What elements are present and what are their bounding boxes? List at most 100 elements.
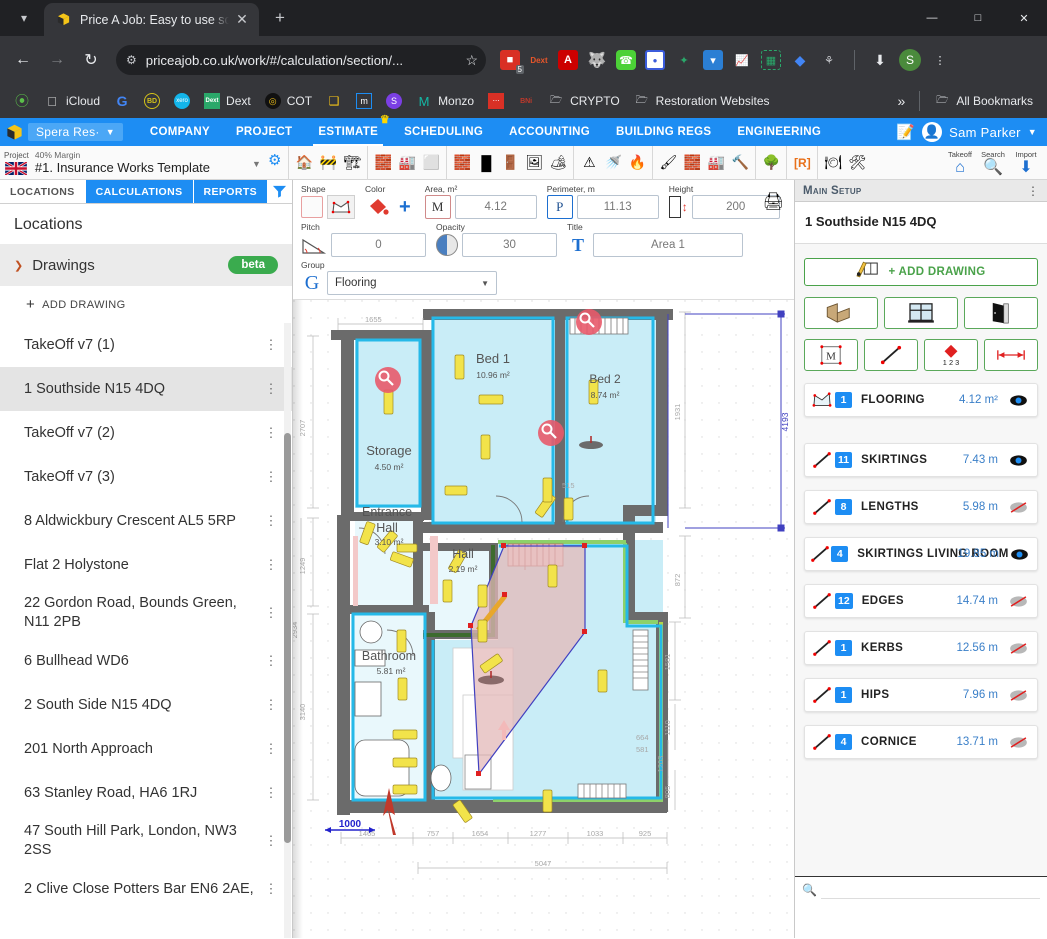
site-settings-icon[interactable]: ⚙ bbox=[126, 53, 137, 67]
layer-row[interactable]: 8 LENGTHS 5.98 m bbox=[804, 490, 1038, 524]
visibility-off-eye-icon[interactable] bbox=[1005, 689, 1031, 702]
bookmark-item[interactable]: S bbox=[380, 89, 408, 113]
bookmark-item[interactable]: xero bbox=[168, 89, 196, 113]
tab-calculations[interactable]: CALCULATIONS bbox=[84, 180, 193, 203]
floorplan-svg[interactable]: 1655 2707 1249 2934 3140 1931 872 1581 1… bbox=[293, 300, 794, 938]
area-input[interactable]: 4.12 bbox=[454, 195, 537, 219]
address-bar[interactable]: ⚙ priceajob.co.uk/work/#/calculation/sec… bbox=[116, 45, 486, 75]
reload-icon[interactable]: ↻ bbox=[76, 45, 106, 75]
nav-engineering[interactable]: ENGINEERING bbox=[724, 118, 834, 146]
list-item[interactable]: 2 Clive Close Potters Bar EN6 2AE, ⋮ bbox=[0, 867, 292, 911]
rectangle-shape-icon[interactable] bbox=[301, 196, 323, 218]
polygon-shape-icon[interactable] bbox=[327, 195, 355, 219]
perimeter-input[interactable]: 11.13 bbox=[576, 195, 659, 219]
list-item[interactable]: 2 South Side N15 4DQ ⋮ bbox=[0, 683, 292, 727]
opacity-icon[interactable] bbox=[436, 234, 458, 256]
dext-extension-icon[interactable]: Dext bbox=[529, 50, 549, 70]
visibility-off-eye-icon[interactable] bbox=[1005, 736, 1031, 749]
list-item[interactable]: TakeOff v7 (3) ⋮ bbox=[0, 455, 292, 499]
qr-scanner-icon[interactable]: ▦ bbox=[761, 50, 781, 70]
all-bookmarks-button[interactable]: 🗁 All Bookmarks bbox=[928, 89, 1039, 113]
list-item[interactable]: 1 Southside N15 4DQ ⋮ bbox=[0, 367, 292, 411]
layer-search-bar[interactable]: 🔍 bbox=[795, 876, 1047, 902]
line-measure-button[interactable] bbox=[864, 339, 918, 371]
user-avatar-icon[interactable]: 👤 bbox=[922, 122, 943, 142]
kebab-menu-icon[interactable]: ⋮ bbox=[264, 470, 278, 483]
takeoff-button[interactable]: Takeoff ⌂ bbox=[945, 150, 975, 176]
close-window-button[interactable]: ✕ bbox=[1001, 0, 1047, 36]
notepad-icon[interactable]: 📝 bbox=[896, 123, 915, 141]
pitch-input[interactable]: 0 bbox=[331, 233, 426, 257]
dimension-measure-button[interactable] bbox=[984, 339, 1038, 371]
close-tab-icon[interactable]: ✕ bbox=[233, 11, 251, 28]
loom-icon[interactable]: ● bbox=[645, 50, 665, 70]
electrical-icon[interactable]: ⚠ bbox=[578, 152, 600, 174]
frame-icon[interactable]: 🖼 bbox=[523, 152, 545, 174]
bookmark-item[interactable]: G bbox=[108, 89, 136, 113]
analytics-icon[interactable]: 📈 bbox=[732, 50, 752, 70]
kebab-menu-icon[interactable]: ⋮ bbox=[264, 882, 278, 895]
nav-company[interactable]: COMPANY bbox=[137, 118, 223, 146]
kebab-menu-icon[interactable]: ⋮ bbox=[264, 514, 278, 527]
layer-row[interactable]: 11 SKIRTINGS 7.43 m bbox=[804, 443, 1038, 477]
column-icon[interactable]: 🏭 bbox=[396, 152, 418, 174]
firefox-icon[interactable]: 🐺 bbox=[587, 50, 607, 70]
bookmark-item[interactable]:  iCloud bbox=[38, 89, 106, 113]
kebab-menu-icon[interactable]: ⋮ bbox=[264, 558, 278, 571]
floorplan-canvas[interactable]: 1655 2707 1249 2934 3140 1931 872 1581 1… bbox=[293, 300, 794, 938]
fill-color-icon[interactable] bbox=[365, 195, 391, 219]
brickwork-icon[interactable]: 🧱 bbox=[451, 152, 473, 174]
profile-avatar[interactable]: S bbox=[899, 49, 921, 71]
door-tool-button[interactable] bbox=[964, 297, 1038, 329]
bricks-icon[interactable]: 🧱 bbox=[372, 152, 394, 174]
plumbing-icon[interactable]: 🚿 bbox=[602, 152, 624, 174]
import-button[interactable]: Import ⬇ bbox=[1011, 150, 1041, 176]
list-item[interactable]: 22 Gordon Road, Bounds Green, N11 2PB ⋮ bbox=[0, 587, 292, 639]
house-icon[interactable]: 🏠 bbox=[293, 152, 315, 174]
sidebar-scrollbar-thumb[interactable] bbox=[284, 433, 291, 843]
bookmark-item[interactable]: ⋯ bbox=[482, 89, 510, 113]
adobe-acrobat-icon[interactable]: A bbox=[558, 50, 578, 70]
add-drawing-button[interactable]: + ADD DRAWING bbox=[804, 258, 1038, 286]
list-item[interactable]: TakeOff v7 (1) ⋮ bbox=[0, 323, 292, 367]
slab-icon[interactable]: ⬜ bbox=[420, 152, 442, 174]
nav-scheduling[interactable]: SCHEDULING bbox=[391, 118, 496, 146]
settings-tools-icon[interactable]: 🛠 bbox=[846, 152, 868, 174]
bookmark-item[interactable]: ❑ bbox=[320, 89, 348, 113]
project-chevron-down-icon[interactable]: ▼ bbox=[252, 159, 261, 169]
joinery-icon[interactable]: 🏭 bbox=[705, 152, 727, 174]
forward-icon[interactable]: → bbox=[42, 45, 72, 75]
kebab-menu-icon[interactable]: ⋮ bbox=[264, 834, 278, 847]
sharepoint-icon[interactable]: ▾ bbox=[703, 50, 723, 70]
tab-locations[interactable]: LOCATIONS bbox=[0, 180, 85, 203]
printer-icon[interactable]: 🖨 bbox=[762, 192, 784, 212]
kebab-menu-icon[interactable]: ⋮ bbox=[264, 654, 278, 667]
list-item[interactable]: Flat 2 Holystone ⋮ bbox=[0, 543, 292, 587]
visibility-off-eye-icon[interactable] bbox=[1005, 642, 1031, 655]
layer-row[interactable]: 12 EDGES 14.74 m bbox=[804, 584, 1038, 618]
steel-beam-icon[interactable]: █ bbox=[475, 152, 497, 174]
minimize-button[interactable]: — bbox=[909, 0, 955, 36]
kebab-menu-icon[interactable]: ⋮ bbox=[264, 606, 278, 619]
kebab-menu-icon[interactable]: ⋮ bbox=[264, 786, 278, 799]
rates-r-icon[interactable]: [R] bbox=[791, 152, 813, 174]
nav-accounting[interactable]: ACCOUNTING bbox=[496, 118, 603, 146]
new-tab-button[interactable]: + bbox=[265, 3, 295, 33]
kebab-menu-icon[interactable]: ⋮ bbox=[264, 742, 278, 755]
extensions-puzzle-icon[interactable]: ⚘ bbox=[819, 50, 839, 70]
kebab-menu-icon[interactable]: ⋮ bbox=[264, 338, 278, 351]
browser-tab[interactable]: Price A Job: Easy to use software ✕ bbox=[44, 3, 259, 36]
nav-building-regs[interactable]: BUILDING REGS bbox=[603, 118, 724, 146]
back-icon[interactable]: ← bbox=[8, 45, 38, 75]
search-button[interactable]: Search 🔍 bbox=[978, 150, 1008, 176]
kebab-menu-icon[interactable]: ⋮ bbox=[264, 382, 278, 395]
bookmark-star-icon[interactable]: ☆ bbox=[465, 52, 478, 69]
painting-icon[interactable]: 🖌 bbox=[657, 152, 679, 174]
hummingbird-icon[interactable]: ✦ bbox=[674, 50, 694, 70]
heating-icon[interactable]: 🔥 bbox=[626, 152, 648, 174]
recorder-extension-icon[interactable]: ■ 5 bbox=[500, 50, 524, 74]
count-measure-button[interactable]: 1 2 3 bbox=[924, 339, 978, 371]
bookmark-item[interactable]: M Monzo bbox=[410, 89, 480, 113]
layer-row[interactable]: 4 CORNICE 13.71 m bbox=[804, 725, 1038, 759]
title-input[interactable]: Area 1 bbox=[593, 233, 743, 257]
